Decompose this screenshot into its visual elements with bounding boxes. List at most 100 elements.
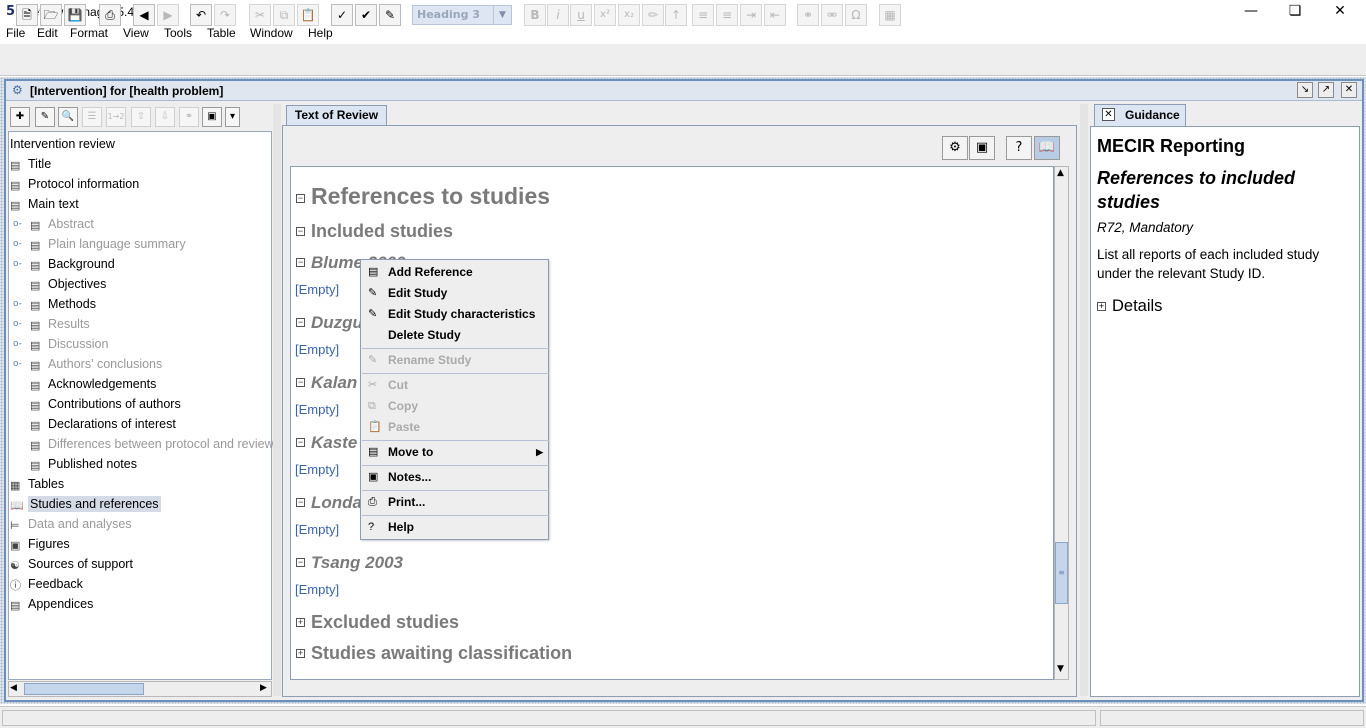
menu-table[interactable]: Table: [207, 26, 236, 40]
tree-scrollbar-thumb[interactable]: [24, 683, 144, 695]
properties-icon[interactable]: ☰: [82, 107, 102, 127]
notes-panel-icon[interactable]: ▣: [969, 136, 995, 160]
collapse-icon[interactable]: −: [296, 227, 305, 236]
menu-item-help[interactable]: ? Help: [362, 517, 549, 538]
frame-minimize-icon[interactable]: ↘: [1297, 82, 1313, 98]
expand-connector-icon[interactable]: o-: [13, 219, 22, 229]
highlight-icon[interactable]: ✏: [642, 4, 664, 26]
add-item-icon[interactable]: ✚: [10, 107, 30, 127]
italic-icon[interactable]: i: [547, 4, 569, 26]
menu-format[interactable]: Format: [70, 26, 108, 40]
menu-item-edit-study-characteristics[interactable]: ✎ Edit Study characteristics: [362, 304, 549, 325]
restore-button[interactable]: ❏: [1272, 0, 1318, 24]
tree-item-abstract[interactable]: ▤ Abstract: [30, 214, 94, 234]
forward-arrow-icon[interactable]: ▶: [157, 4, 179, 26]
tree-item-tables[interactable]: ▦ Tables: [10, 474, 64, 494]
expand-connector-icon[interactable]: o-: [13, 259, 22, 269]
find-icon[interactable]: 🔍: [58, 107, 78, 127]
expand-connector-icon[interactable]: o-: [13, 319, 22, 329]
menu-item-delete-study[interactable]: Delete Study: [362, 325, 549, 346]
menu-window[interactable]: Window: [250, 26, 293, 40]
unlink-icon[interactable]: ⚮: [821, 4, 843, 26]
menu-item-move-to[interactable]: ▤ Move to ▶: [362, 442, 549, 463]
scroll-right-icon[interactable]: ▶: [260, 683, 267, 693]
tree-item-published-notes[interactable]: ▤ Published notes: [30, 454, 137, 474]
collapse-icon[interactable]: −: [296, 194, 305, 203]
menu-file[interactable]: File: [6, 26, 25, 40]
expand-icon[interactable]: +: [296, 649, 305, 658]
tree-item-acknowledgements[interactable]: ▤ Acknowledgements: [30, 374, 156, 394]
print-icon[interactable]: ⎙: [99, 4, 121, 26]
tree-item-studies-and-references[interactable]: 📖 Studies and references: [10, 494, 161, 514]
back-arrow-icon[interactable]: ◀: [133, 4, 155, 26]
menu-item-rename-study[interactable]: ✎ Rename Study: [362, 350, 549, 371]
scroll-down-icon[interactable]: ▼: [1057, 664, 1064, 674]
scroll-left-icon[interactable]: ◀: [10, 683, 17, 693]
tree-item-methods[interactable]: ▤ Methods: [30, 294, 96, 314]
heading-included-studies[interactable]: − Included studies: [296, 221, 453, 242]
menu-item-edit-study[interactable]: ✎ Edit Study: [362, 283, 549, 304]
menu-edit[interactable]: Edit: [37, 26, 58, 40]
tree-item-protocol-information[interactable]: ▤ Protocol information: [10, 174, 139, 194]
expand-icon[interactable]: +: [296, 618, 305, 627]
tree-item-differences-protocol-review[interactable]: ▤ Differences between protocol and review: [30, 434, 274, 454]
collapse-icon[interactable]: −: [296, 498, 305, 507]
heading-studies-awaiting-classification[interactable]: + Studies awaiting classification: [296, 643, 572, 664]
expand-icon[interactable]: +: [1097, 302, 1106, 311]
close-guidance-icon[interactable]: ✕: [1102, 108, 1115, 121]
frame-close-icon[interactable]: ✕: [1341, 82, 1357, 98]
omega-symbol-icon[interactable]: Ω: [845, 4, 867, 26]
open-folder-icon[interactable]: 🗁: [40, 4, 62, 26]
menu-view[interactable]: View: [123, 26, 149, 40]
expand-connector-icon[interactable]: o-: [13, 239, 22, 249]
menu-tools[interactable]: Tools: [164, 26, 192, 40]
paste-icon[interactable]: 📋: [297, 4, 319, 26]
frame-maximize-icon[interactable]: ↗: [1318, 82, 1334, 98]
study-empty-placeholder[interactable]: [Empty]: [295, 462, 339, 477]
cut-icon[interactable]: ✂: [249, 4, 271, 26]
tree-item-discussion[interactable]: ▤ Discussion: [30, 334, 108, 354]
guidance-book-icon[interactable]: 📖: [1034, 136, 1060, 160]
check-document-icon[interactable]: ✎: [379, 4, 401, 26]
study-heading[interactable]: − Londa: [296, 493, 362, 513]
heading-references-to-studies[interactable]: − References to studies: [296, 183, 550, 210]
numbered-list-icon[interactable]: ≡: [716, 4, 738, 26]
renumber-icon[interactable]: 1→2: [106, 107, 126, 127]
indent-decrease-icon[interactable]: ⇤: [764, 4, 786, 26]
tree-item-contributions-of-authors[interactable]: ▤ Contributions of authors: [30, 394, 181, 414]
table-insert-icon[interactable]: ▦: [879, 4, 901, 26]
menu-item-add-reference[interactable]: ▤ Add Reference: [362, 262, 549, 283]
paragraph-style-select[interactable]: Heading 3 ▼: [412, 5, 512, 25]
symbol-insert-icon[interactable]: ↑: [665, 4, 687, 26]
guidance-details-toggle[interactable]: + Details: [1097, 297, 1162, 316]
spellcheck-icon[interactable]: ✓: [331, 4, 353, 26]
close-window-button[interactable]: ✕: [1317, 0, 1363, 24]
study-heading[interactable]: − Tsang 2003: [296, 553, 403, 573]
scroll-up-icon[interactable]: ▲: [1057, 168, 1064, 178]
study-heading[interactable]: − Kalan: [296, 373, 357, 393]
expand-connector-icon[interactable]: o-: [13, 359, 22, 369]
collapse-icon[interactable]: −: [296, 258, 305, 267]
left-splitter[interactable]: [273, 104, 281, 696]
collapse-icon[interactable]: −: [296, 318, 305, 327]
study-empty-placeholder[interactable]: [Empty]: [295, 402, 339, 417]
tree-item-figures[interactable]: ▣ Figures: [10, 534, 70, 554]
help-icon[interactable]: ?: [1006, 136, 1032, 160]
notes-icon[interactable]: ▣: [202, 107, 222, 127]
save-icon[interactable]: 💾: [64, 4, 86, 26]
tree-item-main-text[interactable]: ▤ Main text: [10, 194, 79, 214]
edit-item-icon[interactable]: ✎: [35, 107, 55, 127]
copy-icon[interactable]: ⧉: [273, 4, 295, 26]
study-heading[interactable]: − Kaste: [296, 433, 357, 453]
indent-increase-icon[interactable]: ⇥: [740, 4, 762, 26]
settings-gear-icon[interactable]: ⚙: [942, 136, 968, 160]
more-options-icon[interactable]: ▾: [225, 107, 240, 127]
tree-root[interactable]: Intervention review: [10, 134, 115, 154]
tree-item-background[interactable]: ▤ Background: [30, 254, 115, 274]
menu-item-print[interactable]: ⎙ Print...: [362, 492, 549, 513]
link-item-icon[interactable]: ⚭: [179, 107, 199, 127]
collapse-icon[interactable]: −: [296, 378, 305, 387]
menu-item-copy[interactable]: ⧉ Copy: [362, 396, 549, 417]
undo-icon[interactable]: ↶: [190, 4, 212, 26]
study-empty-placeholder[interactable]: [Empty]: [295, 582, 339, 597]
